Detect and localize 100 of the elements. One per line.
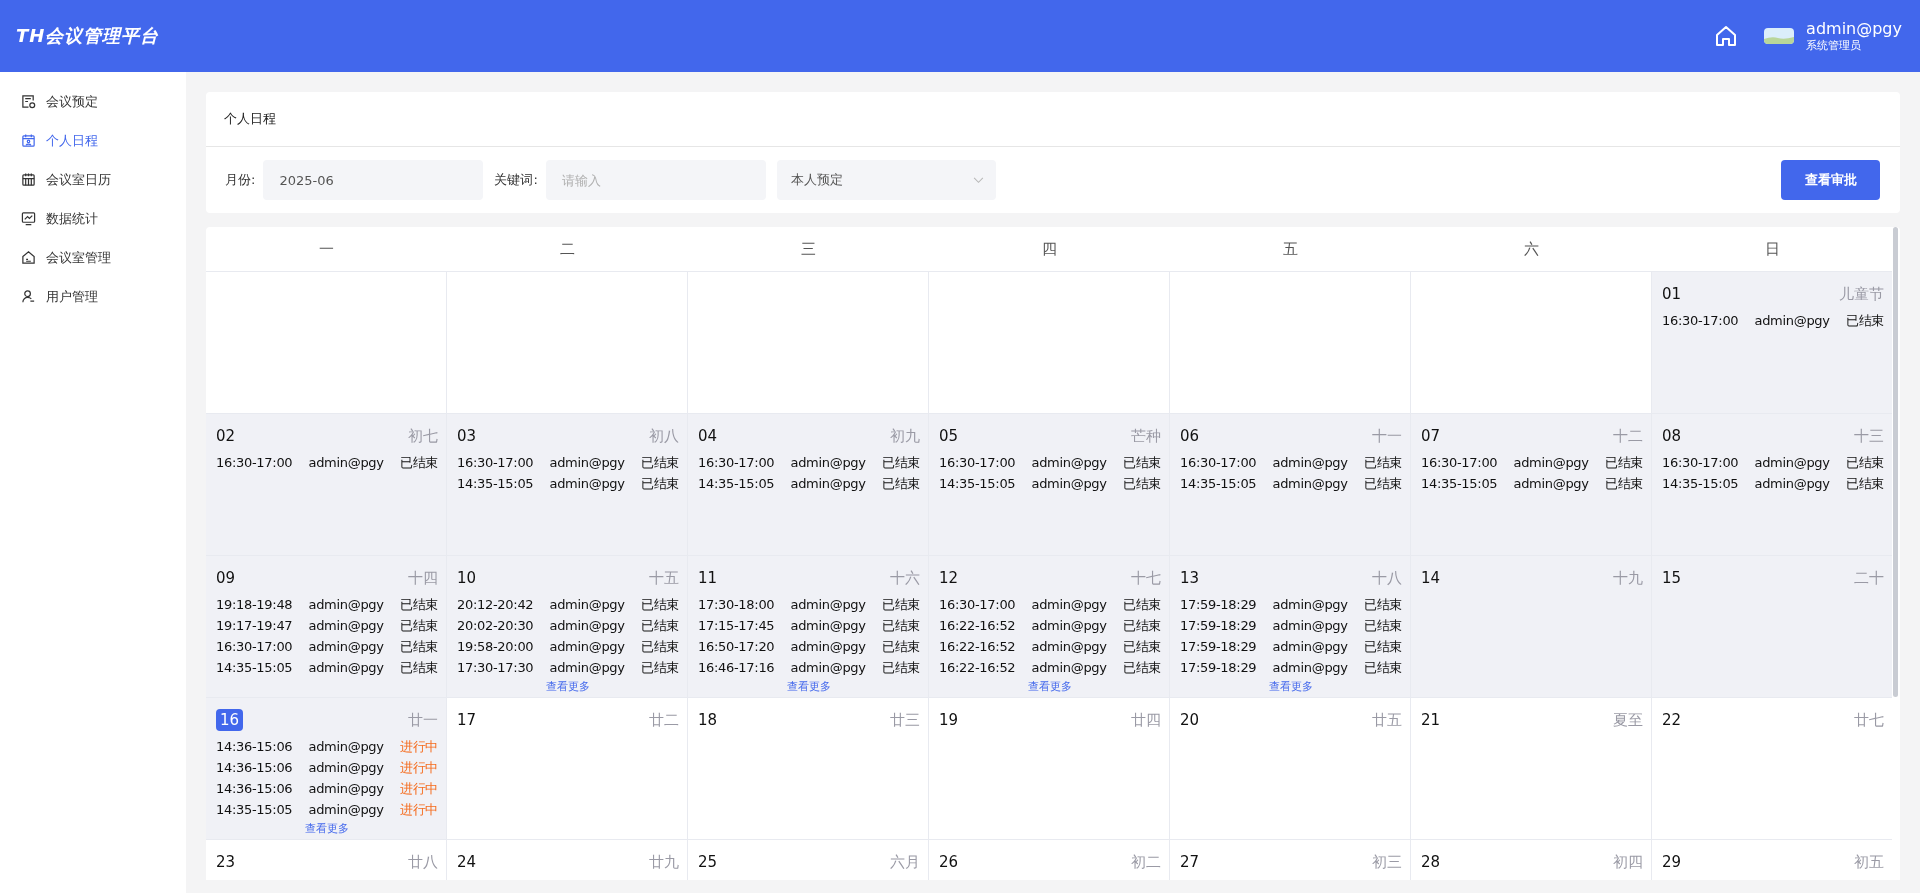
scrollbar[interactable]: [1893, 227, 1898, 697]
event-user: admin@pgy: [549, 638, 625, 656]
event-user: admin@pgy: [308, 596, 384, 614]
lunar-date: 十三: [1854, 426, 1884, 446]
event-user: admin@pgy: [549, 454, 625, 472]
event-status: 已结束: [1363, 454, 1402, 472]
event-status: 已结束: [1363, 617, 1402, 635]
event-time: 17:59-18:29: [1180, 596, 1257, 614]
lunar-date: 廿八: [408, 852, 438, 872]
lunar-date: 十四: [408, 568, 438, 588]
lunar-date: 初七: [408, 426, 438, 446]
sidebar-item[interactable]: 会议室管理: [0, 238, 186, 277]
event-time: 14:36-15:06: [216, 780, 293, 798]
app-logo: TH会议管理平台: [16, 24, 160, 48]
house-icon: [21, 250, 36, 265]
day-number: 24: [457, 852, 477, 873]
sidebar-item[interactable]: 会议预定: [0, 82, 186, 121]
keyword-label: 关键词:: [494, 171, 538, 189]
scope-select[interactable]: 本人预定: [776, 160, 996, 200]
day-number: 29: [1662, 852, 1682, 873]
keyword-field[interactable]: 请输入: [545, 160, 766, 200]
day-number: 17: [457, 710, 477, 731]
event-status: 已结束: [399, 454, 438, 472]
view-more-link[interactable]: 查看更多: [1269, 680, 1313, 693]
day-number: 16: [216, 709, 244, 731]
event-status: 已结束: [640, 454, 679, 472]
event-status: 已结束: [1122, 617, 1161, 635]
event-time: 16:30-17:00: [1662, 454, 1739, 472]
day-number: 19: [939, 710, 959, 731]
event-user: admin@pgy: [308, 738, 384, 756]
lunar-date: 儿童节: [1839, 284, 1884, 304]
event-user: admin@pgy: [790, 454, 866, 472]
event-user: admin@pgy: [308, 659, 384, 677]
event-status: 已结束: [1363, 596, 1402, 614]
event-user: admin@pgy: [790, 659, 866, 677]
day-number: 15: [1662, 568, 1682, 589]
event-user: admin@pgy: [308, 638, 384, 656]
event-time: 16:22-16:52: [939, 659, 1016, 677]
lunar-date: 十五: [649, 568, 679, 588]
view-more-link[interactable]: 查看更多: [305, 822, 349, 835]
avatar-image[interactable]: [1764, 28, 1795, 44]
event-user: admin@pgy: [549, 596, 625, 614]
sidebar-item[interactable]: 用户管理: [0, 277, 186, 316]
event-time: 14:36-15:06: [216, 738, 293, 756]
sidebar-item[interactable]: 会议室日历: [0, 160, 186, 199]
event-time: 17:30-17:30: [457, 659, 534, 677]
month-field[interactable]: 2025-06: [263, 160, 484, 200]
event-user: admin@pgy: [549, 475, 625, 493]
event-user: admin@pgy: [1031, 596, 1107, 614]
event-status: 已结束: [1845, 454, 1884, 472]
event-user: admin@pgy: [308, 801, 384, 819]
lunar-date: 十七: [1131, 568, 1161, 588]
event-time: 14:35-15:05: [939, 475, 1016, 493]
lunar-date: 初四: [1613, 852, 1643, 872]
event-time: 16:30-17:00: [1421, 454, 1498, 472]
event-time: 16:22-16:52: [939, 638, 1016, 656]
event-status: 进行中: [399, 801, 438, 819]
event-time: 19:17-19:47: [216, 617, 293, 635]
event-user: admin@pgy: [308, 780, 384, 798]
event-time: 16:30-17:00: [457, 454, 534, 472]
event-time: 16:30-17:00: [216, 638, 293, 656]
lunar-date: 二十: [1854, 568, 1884, 588]
event-status: 已结束: [881, 475, 920, 493]
event-time: 16:30-17:00: [1180, 454, 1257, 472]
weekday-header: 二: [560, 239, 575, 259]
day-number: 22: [1662, 710, 1682, 731]
weekday-header: 四: [1042, 239, 1057, 259]
lunar-date: 廿九: [649, 852, 679, 872]
event-user: admin@pgy: [1031, 617, 1107, 635]
day-number: 12: [939, 568, 959, 589]
event-user: admin@pgy: [1031, 659, 1107, 677]
day-number: 28: [1421, 852, 1441, 873]
home-icon[interactable]: [1714, 24, 1739, 48]
view-more-link[interactable]: 查看更多: [546, 680, 590, 693]
event-time: 14:35-15:05: [216, 801, 293, 819]
event-time: 16:30-17:00: [939, 454, 1016, 472]
view-approval-button[interactable]: 查看审批: [1781, 160, 1880, 200]
lunar-date: 初八: [649, 426, 679, 446]
event-user: admin@pgy: [790, 596, 866, 614]
day-number: 11: [698, 568, 718, 589]
event-status: 已结束: [640, 596, 679, 614]
event-user: admin@pgy: [790, 617, 866, 635]
event-status: 已结束: [881, 454, 920, 472]
event-time: 19:18-19:48: [216, 596, 293, 614]
view-more-link[interactable]: 查看更多: [787, 680, 831, 693]
view-more-link[interactable]: 查看更多: [1028, 680, 1072, 693]
sidebar-item[interactable]: 数据统计: [0, 199, 186, 238]
event-status: 已结束: [881, 596, 920, 614]
chart-monitor-icon: [21, 211, 36, 226]
event-time: 16:50-17:20: [698, 638, 775, 656]
day-number: 02: [216, 426, 236, 447]
sidebar-item[interactable]: 个人日程: [0, 121, 186, 160]
event-time: 16:30-17:00: [216, 454, 293, 472]
lunar-date: 初五: [1854, 852, 1884, 872]
event-status: 进行中: [399, 759, 438, 777]
event-status: 已结束: [1604, 475, 1643, 493]
event-time: 14:35-15:05: [457, 475, 534, 493]
day-number: 13: [1180, 568, 1200, 589]
event-user: admin@pgy: [308, 759, 384, 777]
event-time: 19:58-20:00: [457, 638, 534, 656]
